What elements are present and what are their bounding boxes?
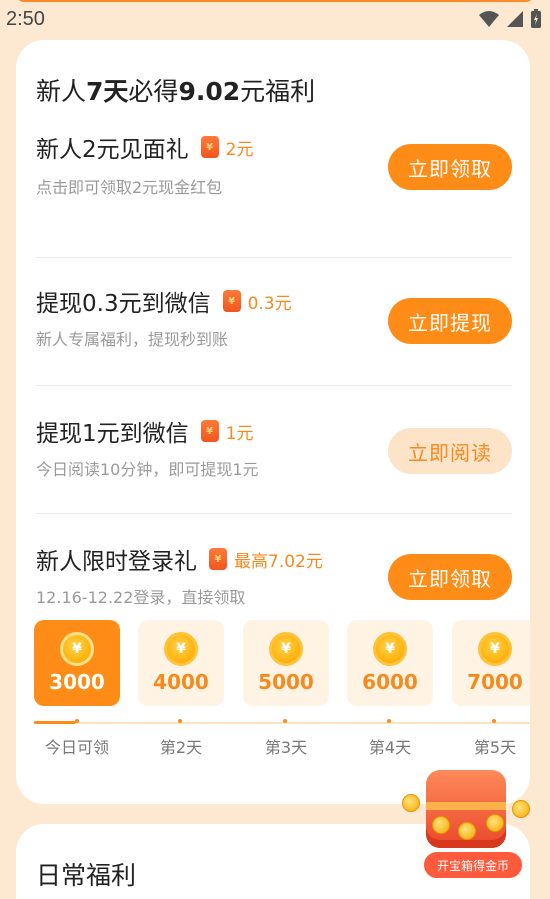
day-label: 第4天 xyxy=(368,738,412,757)
status-bar: 2:50 xyxy=(0,0,550,38)
coin-icon: ¥ xyxy=(373,632,407,666)
day-amount: 5000 xyxy=(258,670,314,694)
task-desc: 12.16-12.22登录，直接领取 xyxy=(36,588,246,607)
timeline-tick xyxy=(178,719,182,723)
day-reward-3[interactable]: ¥ 5000 xyxy=(243,620,329,706)
day-reward-1[interactable]: ¥ 3000 xyxy=(34,620,120,706)
day-reward-2[interactable]: ¥ 4000 xyxy=(138,620,224,706)
status-icons xyxy=(478,9,542,29)
coin-icon xyxy=(486,814,504,832)
chest-band xyxy=(426,802,506,810)
red-packet-icon: ¥ xyxy=(222,290,241,312)
day-amount: 4000 xyxy=(153,670,209,694)
task-title: 提现0.3元到微信 xyxy=(36,291,211,317)
coin-icon: ¥ xyxy=(60,632,94,666)
task-reward: 最高7.02元 xyxy=(234,551,323,572)
battery-icon xyxy=(531,9,541,28)
task-title: 提现1元到微信 xyxy=(36,421,189,447)
task-title: 新人2元见面礼 xyxy=(36,137,189,163)
treasure-chest-widget[interactable]: 开宝箱得金币 xyxy=(396,766,536,886)
coin-icon: ¥ xyxy=(478,632,512,666)
task-desc: 新人专属福利，提现秒到账 xyxy=(36,330,229,349)
daily-title: 日常福利 xyxy=(36,861,137,890)
withdraw-button[interactable]: 立即提现 xyxy=(388,298,512,344)
coin-icon: ¥ xyxy=(164,632,198,666)
login-days-strip: ¥ 3000 ¥ 4000 ¥ 5000 ¥ 6000 ¥ 7000 xyxy=(34,620,530,706)
status-time: 2:50 xyxy=(6,7,45,30)
day-label: 第5天 xyxy=(473,738,517,757)
day-label: 第3天 xyxy=(264,738,308,757)
day-reward-4[interactable]: ¥ 6000 xyxy=(347,620,433,706)
task-reward: 0.3元 xyxy=(247,293,292,314)
coin-icon xyxy=(512,800,530,818)
task-withdraw-0-3: 提现0.3元到微信 ¥ 0.3元 新人专属福利，提现秒到账 立即提现 xyxy=(36,258,512,386)
red-packet-icon: ¥ xyxy=(200,136,219,158)
days-timeline xyxy=(34,722,530,724)
open-treasure-button[interactable]: 开宝箱得金币 xyxy=(422,850,524,880)
claim-button[interactable]: 立即领取 xyxy=(388,144,512,190)
day-amount: 6000 xyxy=(362,670,418,694)
timeline-progress xyxy=(34,721,76,724)
red-packet-icon: ¥ xyxy=(209,548,227,570)
red-packet-icon: ¥ xyxy=(200,420,219,442)
coin-icon: ¥ xyxy=(269,632,303,666)
task-welcome-gift: 新人2元见面礼 ¥ 2元 点击即可领取2元现金红包 立即领取 xyxy=(36,130,512,258)
day-reward-5[interactable]: ¥ 7000 xyxy=(452,620,530,706)
read-button[interactable]: 立即阅读 xyxy=(388,428,512,474)
task-reward: 2元 xyxy=(225,139,254,160)
coin-icon xyxy=(432,816,450,834)
day-amount: 3000 xyxy=(49,670,105,694)
timeline-tick xyxy=(283,719,287,723)
day-label: 今日可领 xyxy=(44,738,109,757)
coin-icon xyxy=(402,794,420,812)
day-label: 第2天 xyxy=(159,738,203,757)
day-amount: 7000 xyxy=(467,670,523,694)
coin-icon xyxy=(458,822,476,840)
task-title: 新人限时登录礼 xyxy=(36,549,197,575)
timeline-tick xyxy=(75,719,79,723)
task-login-gift: 新人限时登录礼 ¥ 最高7.02元 12.16-12.22登录，直接领取 立即领… xyxy=(36,514,512,624)
wifi-icon xyxy=(479,11,499,27)
newbie-title: 新人7天必得9.02元福利 xyxy=(36,77,316,106)
task-desc: 今日阅读10分钟，即可提现1元 xyxy=(36,460,259,479)
task-desc: 点击即可领取2元现金红包 xyxy=(36,178,223,197)
timeline-tick xyxy=(387,719,391,723)
timeline-tick xyxy=(492,719,496,723)
signal-icon xyxy=(507,11,523,27)
claim-login-button[interactable]: 立即领取 xyxy=(388,554,512,600)
newbie-welfare-card: 新人7天必得9.02元福利 新人2元见面礼 ¥ 2元 点击即可领取2元现金红包 … xyxy=(16,40,530,804)
task-withdraw-1: 提现1元到微信 ¥ 1元 今日阅读10分钟，即可提现1元 立即阅读 xyxy=(36,386,512,514)
task-reward: 1元 xyxy=(225,423,254,444)
